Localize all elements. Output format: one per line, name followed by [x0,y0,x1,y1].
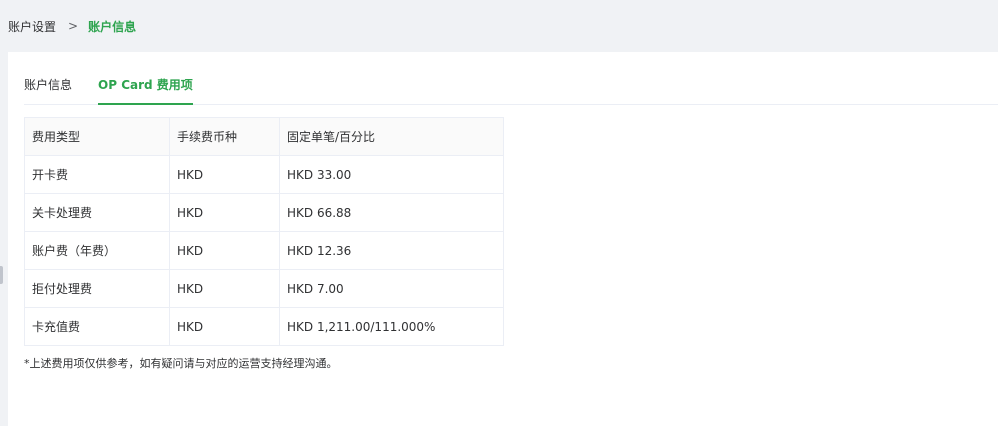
cell-fee-amount: HKD 33.00 [279,155,504,194]
cell-fee-amount: HKD 66.88 [279,193,504,232]
table-row: 卡充值费 HKD HKD 1,211.00/111.000% [24,307,504,346]
cell-fee-currency: HKD [169,231,280,270]
column-header-fee-currency: 手续费币种 [169,117,280,156]
cell-fee-currency: HKD [169,307,280,346]
column-header-fee-type: 费用类型 [24,117,170,156]
table-row: 账户费（年费） HKD HKD 12.36 [24,231,504,270]
cell-fee-currency: HKD [169,193,280,232]
table-row: 关卡处理费 HKD HKD 66.88 [24,193,504,232]
table-row: 拒付处理费 HKD HKD 7.00 [24,269,504,308]
column-header-fixed-percentage: 固定单笔/百分比 [279,117,504,156]
cell-fee-amount: HKD 7.00 [279,269,504,308]
table-row: 开卡费 HKD HKD 33.00 [24,155,504,194]
breadcrumb-separator-icon: > [68,19,79,33]
breadcrumb-item-account-settings[interactable]: 账户设置 [8,18,56,35]
tab-account-info[interactable]: 账户信息 [24,51,72,104]
cell-fee-type: 开卡费 [24,155,170,194]
breadcrumb: 账户设置 > 账户信息 [8,0,136,52]
tab-bar: 账户信息 OP Card 费用项 [24,52,998,105]
cell-fee-currency: HKD [169,269,280,308]
cell-fee-type: 关卡处理费 [24,193,170,232]
fee-table: 费用类型 手续费币种 固定单笔/百分比 开卡费 HKD HKD 33.00 关卡… [24,117,504,346]
content-card: 账户信息 OP Card 费用项 费用类型 手续费币种 固定单笔/百分比 开卡费… [8,52,998,426]
table-header-row: 费用类型 手续费币种 固定单笔/百分比 [24,117,504,156]
tab-op-card-fees[interactable]: OP Card 费用项 [98,51,193,105]
side-collapse-handle[interactable] [0,266,3,284]
cell-fee-type: 卡充值费 [24,307,170,346]
cell-fee-amount: HKD 1,211.00/111.000% [279,307,504,346]
cell-fee-type: 拒付处理费 [24,269,170,308]
breadcrumb-item-account-info: 账户信息 [88,19,137,34]
disclaimer-note: *上述费用项仅供参考，如有疑问请与对应的运营支持经理沟通。 [24,357,338,370]
cell-fee-amount: HKD 12.36 [279,231,504,270]
cell-fee-currency: HKD [169,155,280,194]
cell-fee-type: 账户费（年费） [24,231,170,270]
